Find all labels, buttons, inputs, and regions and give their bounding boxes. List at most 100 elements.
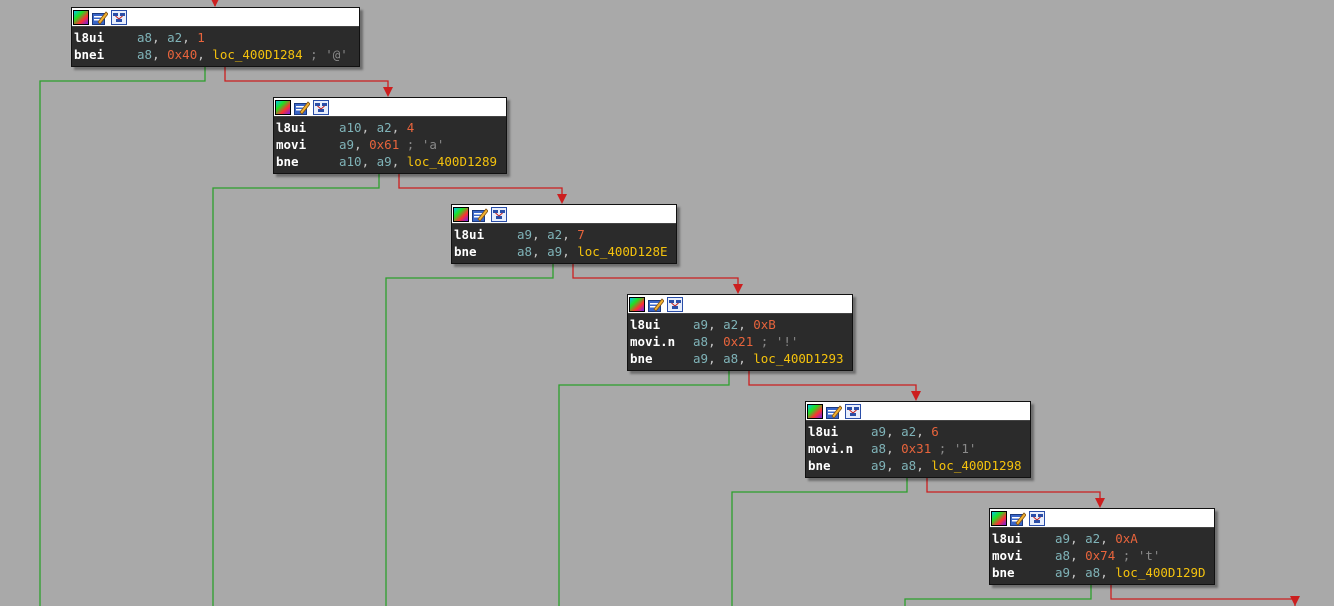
edge-arrowhead — [557, 194, 567, 204]
color-palette-icon[interactable] — [275, 99, 291, 115]
false-branch-edge[interactable] — [926, 477, 1101, 506]
instruction-line[interactable]: bne a9, a8, loc_400D1298 — [808, 457, 1028, 474]
operand-separator: , — [916, 458, 932, 473]
operand-separator: , — [562, 227, 578, 242]
operand-separator: , — [1100, 565, 1116, 580]
false-branch-edge[interactable] — [572, 263, 739, 292]
false-branch-edge[interactable] — [748, 370, 917, 399]
register-operand: a2 — [901, 424, 917, 439]
register-operand: a8 — [137, 47, 153, 62]
instruction-comment: ; '!' — [760, 334, 799, 349]
instruction-line[interactable]: movi a9, 0x61 ; 'a' — [276, 136, 504, 153]
true-branch-edge[interactable] — [558, 370, 730, 606]
graph-overview-icon[interactable] — [111, 9, 127, 25]
operand-separator: , — [708, 317, 724, 332]
instruction-line[interactable]: l8ui a9, a2, 0xB — [630, 316, 850, 333]
node-title-bar[interactable] — [806, 402, 1030, 421]
code-block-node[interactable]: l8ui a10, a2, 4 movi a9, 0x61 ; 'a' bne a10, … — [273, 97, 507, 174]
instruction-line[interactable]: l8ui a8, a2, 1 — [74, 29, 357, 46]
edge-arrowhead — [383, 87, 393, 97]
true-branch-edge[interactable] — [904, 584, 1092, 606]
instruction-comment: ; '1' — [938, 441, 977, 456]
instruction-line[interactable]: bne a9, a8, loc_400D129D — [992, 564, 1212, 581]
register-operand: a9 — [871, 424, 887, 439]
code-block-node[interactable]: l8ui a8, a2, 1 bnei a8, 0x40, loc_400D1284 … — [71, 7, 360, 67]
code-block-node[interactable]: l8ui a9, a2, 0xA movi a8, 0x74 ; 't' bne a9, … — [989, 508, 1215, 585]
register-operand: a2 — [167, 30, 183, 45]
immediate-operand: 6 — [931, 424, 939, 439]
immediate-operand: 0x21 — [723, 334, 754, 349]
edit-node-icon[interactable] — [294, 100, 310, 115]
operand-separator: , — [197, 47, 213, 62]
true-branch-edge[interactable] — [212, 173, 380, 606]
branch-target-label[interactable]: loc_400D1298 — [931, 458, 1021, 473]
instruction-line[interactable]: movi.n a8, 0x31 ; '1' — [808, 440, 1028, 457]
code-block-node[interactable]: l8ui a9, a2, 0xB movi.n a8, 0x21 ; '!' bne a9… — [627, 294, 853, 371]
node-title-bar[interactable] — [990, 509, 1214, 528]
color-palette-icon[interactable] — [807, 403, 823, 419]
color-palette-icon[interactable] — [453, 206, 469, 222]
color-palette-icon[interactable] — [991, 510, 1007, 526]
false-branch-edge[interactable] — [1110, 584, 1296, 606]
edit-node-icon[interactable] — [648, 297, 664, 312]
register-operand: a8 — [693, 334, 709, 349]
color-palette-icon[interactable] — [73, 9, 89, 25]
true-branch-edge[interactable] — [731, 477, 908, 606]
operand-separator: , — [182, 30, 198, 45]
operand-separator: , — [708, 351, 724, 366]
instruction-line[interactable]: bne a10, a9, loc_400D1289 — [276, 153, 504, 170]
branch-target-label[interactable]: loc_400D1293 — [753, 351, 843, 366]
true-branch-edge[interactable] — [385, 263, 554, 606]
instruction-line[interactable]: movi a8, 0x74 ; 't' — [992, 547, 1212, 564]
graph-overview-icon[interactable] — [1029, 510, 1045, 526]
register-operand: a9 — [547, 244, 563, 259]
instruction-line[interactable]: l8ui a9, a2, 6 — [808, 423, 1028, 440]
operand-separator: , — [361, 120, 377, 135]
code-block-node[interactable]: l8ui a9, a2, 6 movi.n a8, 0x31 ; '1' bne a9, … — [805, 401, 1031, 478]
edit-node-icon[interactable] — [826, 404, 842, 419]
instruction-line[interactable]: movi.n a8, 0x21 ; '!' — [630, 333, 850, 350]
instruction-line[interactable]: bne a8, a9, loc_400D128E — [454, 243, 674, 260]
instruction-line[interactable]: l8ui a9, a2, 7 — [454, 226, 674, 243]
edge-arrowhead — [1095, 498, 1105, 508]
instruction-line[interactable]: bnei a8, 0x40, loc_400D1284 ; '@' — [74, 46, 357, 63]
edit-node-icon[interactable] — [1010, 511, 1026, 526]
operand-separator: , — [886, 441, 902, 456]
node-title-bar[interactable] — [274, 98, 506, 117]
instruction-line[interactable]: l8ui a10, a2, 4 — [276, 119, 504, 136]
edge-arrowhead — [911, 391, 921, 401]
true-branch-edge[interactable] — [39, 66, 206, 606]
register-operand: a8 — [137, 30, 153, 45]
disassembly-listing: l8ui a10, a2, 4 movi a9, 0x61 ; 'a' bne a10, … — [274, 117, 506, 173]
instruction-mnemonic: l8ui — [808, 424, 839, 439]
instruction-mnemonic: l8ui — [276, 120, 307, 135]
false-branch-edge[interactable] — [224, 66, 389, 95]
instruction-mnemonic: movi.n — [808, 441, 854, 456]
operand-separator: , — [391, 154, 407, 169]
graph-overview-icon[interactable] — [845, 403, 861, 419]
register-operand: a9 — [1055, 565, 1071, 580]
node-title-bar[interactable] — [452, 205, 676, 224]
instruction-comment: ; 'a' — [406, 137, 445, 152]
graph-overview-icon[interactable] — [313, 99, 329, 115]
instruction-line[interactable]: l8ui a9, a2, 0xA — [992, 530, 1212, 547]
color-palette-icon[interactable] — [629, 296, 645, 312]
edit-node-icon[interactable] — [92, 10, 108, 25]
node-title-bar[interactable] — [628, 295, 852, 314]
node-title-bar[interactable] — [72, 8, 359, 27]
false-branch-edge[interactable] — [398, 173, 563, 202]
immediate-operand: 0x74 — [1085, 548, 1116, 563]
graph-overview-icon[interactable] — [491, 206, 507, 222]
edit-node-icon[interactable] — [472, 207, 488, 222]
branch-target-label[interactable]: loc_400D129D — [1115, 565, 1205, 580]
graph-overview-icon[interactable] — [667, 296, 683, 312]
branch-target-label[interactable]: loc_400D128E — [577, 244, 667, 259]
operand-separator: , — [1070, 565, 1086, 580]
operand-separator: , — [532, 227, 548, 242]
branch-target-label[interactable]: loc_400D1289 — [407, 154, 497, 169]
code-block-node[interactable]: l8ui a9, a2, 7 bne a8, a9, loc_400D128E — [451, 204, 677, 264]
instruction-mnemonic: bne — [992, 565, 1015, 580]
branch-target-label[interactable]: loc_400D1284 — [212, 47, 302, 62]
instruction-line[interactable]: bne a9, a8, loc_400D1293 — [630, 350, 850, 367]
instruction-mnemonic: l8ui — [992, 531, 1023, 546]
